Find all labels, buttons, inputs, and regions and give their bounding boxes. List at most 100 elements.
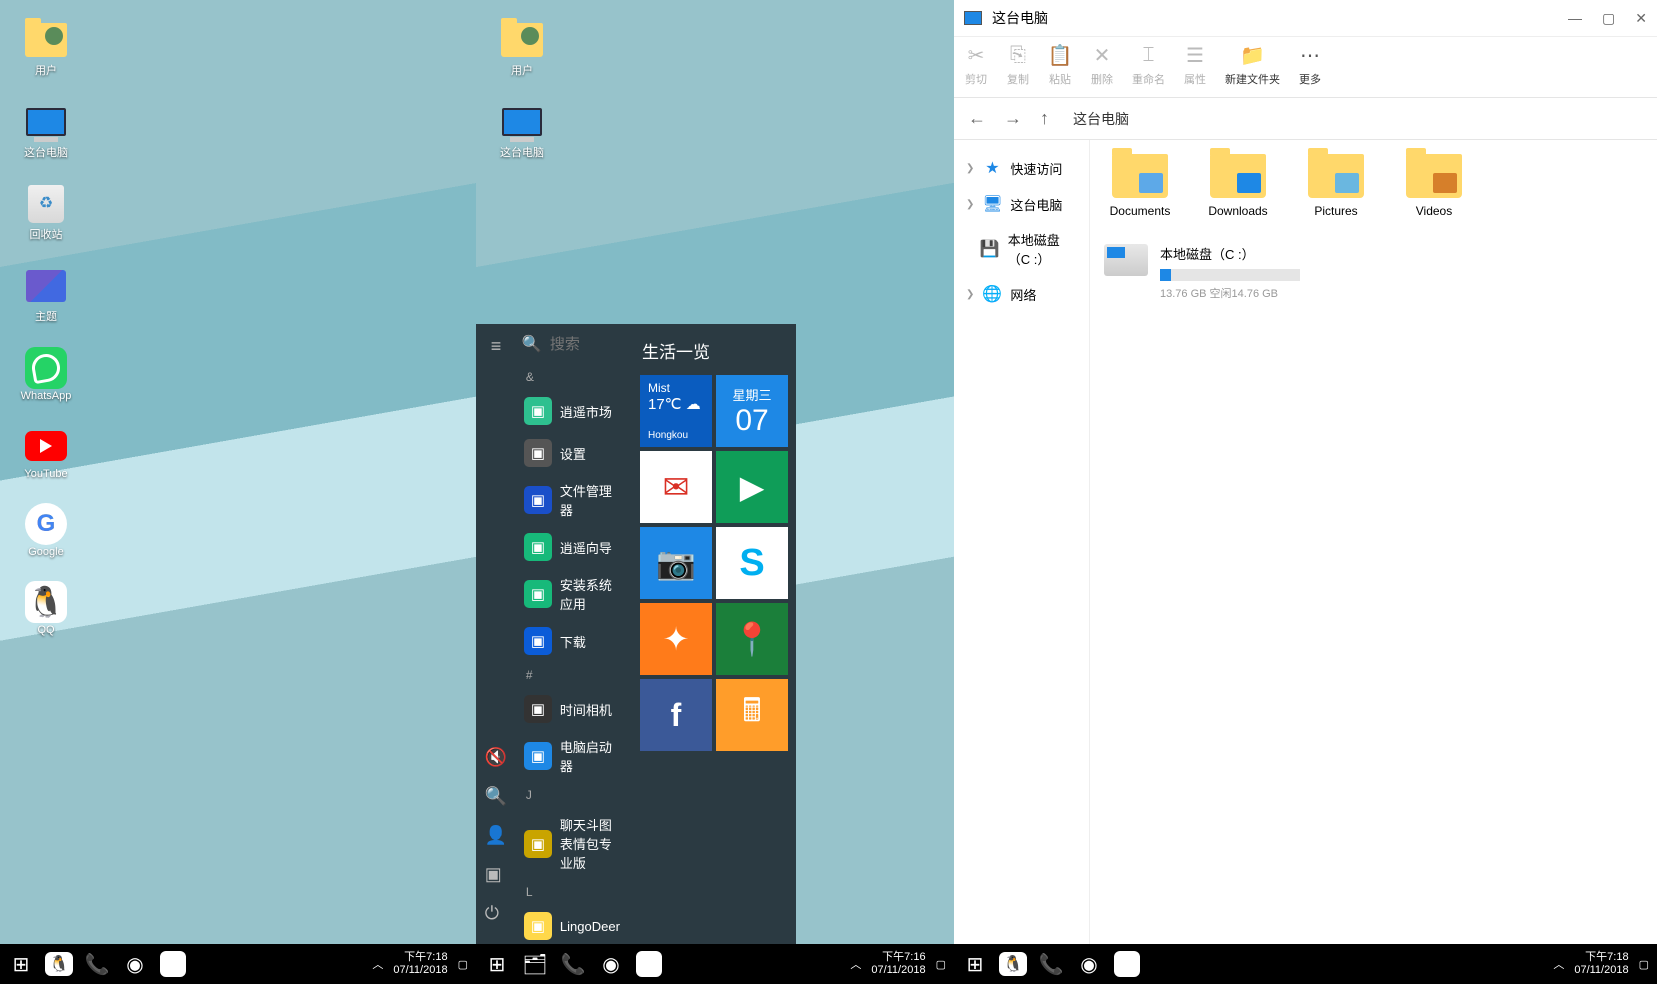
start-app-item[interactable]: ▣逍遥市场 xyxy=(516,390,632,432)
weather-temp: 17℃ xyxy=(648,396,682,413)
google-icon: G xyxy=(25,503,67,545)
notification-icon[interactable]: ▢ xyxy=(458,958,468,971)
taskbar-qq[interactable]: 🐧 xyxy=(42,947,76,981)
tile-weather[interactable]: Mist 17℃ ☁ Hongkou xyxy=(640,375,712,447)
cast-icon[interactable]: ▣ xyxy=(485,864,507,885)
folder-downloads[interactable]: Downloads xyxy=(1202,154,1274,218)
paste-button[interactable]: 📋粘贴 xyxy=(1048,43,1072,87)
delete-button[interactable]: ✕删除 xyxy=(1090,43,1114,87)
search-icon[interactable]: 🔍 xyxy=(485,786,507,807)
desktop-icon-pc[interactable]: 这台电脑 xyxy=(12,102,80,160)
sidebar-this-pc[interactable]: ❯🖥这台电脑 xyxy=(960,186,1083,222)
up-button[interactable]: ↑ xyxy=(1040,108,1049,129)
address-bar[interactable]: 这台电脑 xyxy=(1063,99,1139,139)
drive-item[interactable]: 本地磁盘（C :） 13.76 GB 空闲14.76 GB xyxy=(1104,244,1643,301)
taskbar-clock[interactable]: 下午7:18 07/11/2018 xyxy=(1574,951,1628,977)
tile-maps[interactable]: 📍 xyxy=(716,603,788,675)
cut-button[interactable]: ✂剪切 xyxy=(964,43,988,87)
folder-videos[interactable]: Videos xyxy=(1398,154,1470,218)
folder-icon xyxy=(1308,154,1364,198)
chevron-up-icon[interactable]: ︿ xyxy=(1553,956,1564,972)
chevron-up-icon[interactable]: ︿ xyxy=(850,956,861,972)
sidebar-local-disk[interactable]: 💾本地磁盘（C :） xyxy=(960,222,1083,276)
user-icon[interactable]: 👤 xyxy=(485,825,507,846)
folder-icon xyxy=(1112,154,1168,198)
tile-camera[interactable]: 📷 xyxy=(640,527,712,599)
tile-gmail[interactable]: ✉ xyxy=(640,451,712,523)
taskbar-chrome[interactable]: ◉ xyxy=(594,947,628,981)
hamburger-icon[interactable]: ≡ xyxy=(491,336,502,357)
drive-icon xyxy=(1104,244,1148,276)
tool-label: 新建文件夹 xyxy=(1225,71,1280,87)
minimize-button[interactable]: — xyxy=(1568,10,1582,27)
taskbar-phone[interactable]: 📞 xyxy=(80,947,114,981)
tile-photos[interactable]: ✦ xyxy=(640,603,712,675)
copy-button[interactable]: ⎘复制 xyxy=(1006,43,1030,87)
start-app-item[interactable]: ▣下载 xyxy=(516,620,632,662)
taskbar-clock[interactable]: 下午7:16 07/11/2018 xyxy=(871,951,925,977)
desktop-icon-theme[interactable]: 主题 xyxy=(12,266,80,324)
start-button[interactable]: ⊞ xyxy=(480,947,514,981)
start-app-item[interactable]: ▣电脑启动器 xyxy=(516,730,632,782)
desktop-icon-bin[interactable]: 回收站 xyxy=(12,184,80,242)
tile-play[interactable]: ▶ xyxy=(716,451,788,523)
chevron-up-icon[interactable]: ︿ xyxy=(372,956,383,972)
icon-label: 用户 xyxy=(35,62,57,78)
tile-facebook[interactable]: f xyxy=(640,679,712,751)
tile-date[interactable]: 星期三 07 xyxy=(716,375,788,447)
desktop-icon-youtube[interactable]: YouTube xyxy=(12,426,80,480)
sidebar-quick-access[interactable]: ❯★快速访问 xyxy=(960,150,1083,186)
volume-mute-icon[interactable]: 🔇 xyxy=(485,747,507,768)
start-button[interactable]: ⊞ xyxy=(958,947,992,981)
taskbar-qq[interactable]: 🐧 xyxy=(996,947,1030,981)
section-header: & xyxy=(516,364,632,390)
maximize-button[interactable]: ▢ xyxy=(1602,10,1615,27)
tile-skype[interactable]: S xyxy=(716,527,788,599)
sidebar-network[interactable]: ❯🌐网络 xyxy=(960,276,1083,312)
properties-button[interactable]: ☰属性 xyxy=(1183,43,1207,87)
taskbar-app[interactable] xyxy=(156,947,190,981)
start-button[interactable]: ⊞ xyxy=(4,947,38,981)
app-label: 电脑启动器 xyxy=(560,737,624,775)
rename-button[interactable]: ⌶重命名 xyxy=(1132,43,1165,87)
taskbar-chrome[interactable]: ◉ xyxy=(118,947,152,981)
tile-calculator[interactable]: 🖩 xyxy=(716,679,788,751)
power-icon[interactable]: ⏻ xyxy=(485,903,507,924)
desktop-icon-google[interactable]: GGoogle xyxy=(12,504,80,558)
taskbar-phone[interactable]: 📞 xyxy=(556,947,590,981)
taskbar-app[interactable] xyxy=(1110,947,1144,981)
desktop-icon-whatsapp[interactable]: WhatsApp xyxy=(12,348,80,402)
taskbar-clock[interactable]: 下午7:18 07/11/2018 xyxy=(393,951,447,977)
more-button[interactable]: ⋯更多 xyxy=(1298,43,1322,87)
app-icon: ▣ xyxy=(524,486,552,514)
taskbar-chrome[interactable]: ◉ xyxy=(1072,947,1106,981)
notification-icon[interactable]: ▢ xyxy=(1639,958,1649,971)
sidebar-icon: 🖥 xyxy=(982,194,1002,214)
taskbar-phone[interactable]: 📞 xyxy=(1034,947,1068,981)
taskbar-explorer[interactable]: 🗂 xyxy=(518,947,552,981)
search-input[interactable] xyxy=(550,336,620,353)
desktop-icon-qq[interactable]: 🐧QQ xyxy=(12,582,80,636)
desktop-icon-pc[interactable]: 这台电脑 xyxy=(488,102,556,160)
notification-icon[interactable]: ▢ xyxy=(936,958,946,971)
desktop-icon-user[interactable]: 用户 xyxy=(12,20,80,78)
app-icon: ▣ xyxy=(524,397,552,425)
taskbar-app[interactable] xyxy=(632,947,666,981)
desktop-icon-user[interactable]: 用户 xyxy=(488,20,556,78)
back-button[interactable]: ← xyxy=(968,108,986,129)
icon-label: WhatsApp xyxy=(21,390,72,402)
start-search[interactable]: 🔍 xyxy=(516,324,632,364)
start-app-item[interactable]: ▣聊天斗图表情包专业版 xyxy=(516,808,632,879)
folder-documents[interactable]: Documents xyxy=(1104,154,1176,218)
start-app-item[interactable]: ▣设置 xyxy=(516,432,632,474)
folder-pictures[interactable]: Pictures xyxy=(1300,154,1372,218)
start-app-item[interactable]: ▣逍遥向导 xyxy=(516,526,632,568)
close-button[interactable]: ✕ xyxy=(1635,10,1647,27)
toolbar: ✂剪切 ⎘复制 📋粘贴 ✕删除 ⌶重命名 ☰属性 📁新建文件夹 ⋯更多 xyxy=(954,37,1657,98)
new-folder-button[interactable]: 📁新建文件夹 xyxy=(1225,43,1280,87)
forward-button[interactable]: → xyxy=(1004,108,1022,129)
start-app-item[interactable]: ▣安装系统应用 xyxy=(516,568,632,620)
start-app-item[interactable]: ▣文件管理器 xyxy=(516,474,632,526)
start-app-item[interactable]: ▣时间相机 xyxy=(516,688,632,730)
start-app-item[interactable]: ▣LingoDeer xyxy=(516,905,632,944)
